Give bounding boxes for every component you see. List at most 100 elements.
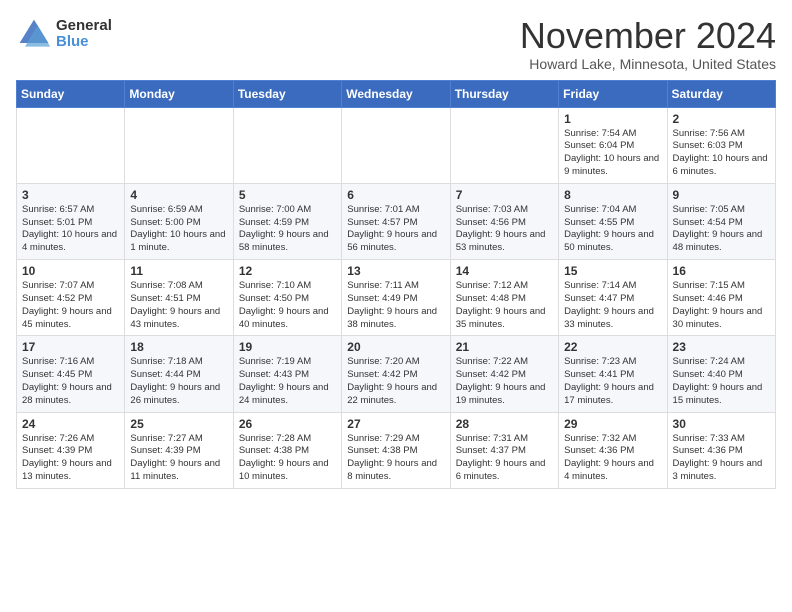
day-cell: 30 Sunrise: 7:33 AM Sunset: 4:36 PM Dayli…: [667, 412, 775, 488]
day-number: 16: [673, 264, 770, 278]
day-info: Sunrise: 7:32 AM Sunset: 4:36 PM Dayligh…: [564, 433, 661, 484]
day-number: 27: [347, 417, 444, 431]
day-info: Sunrise: 6:57 AM Sunset: 5:01 PM Dayligh…: [22, 204, 119, 255]
day-number: 1: [564, 112, 661, 126]
day-cell: 21Sunrise: 7:22 AM Sunset: 4:42 PM Dayli…: [450, 336, 558, 412]
day-cell: [125, 107, 233, 183]
day-info: Sunrise: 7:04 AM Sunset: 4:55 PM Dayligh…: [564, 204, 661, 255]
header-cell-thursday: Thursday: [450, 80, 558, 107]
day-cell: [342, 107, 450, 183]
day-info: Sunrise: 7:28 AM Sunset: 4:38 PM Dayligh…: [239, 433, 336, 484]
day-info: Sunrise: 7:07 AM Sunset: 4:52 PM Dayligh…: [22, 280, 119, 331]
header-cell-friday: Friday: [559, 80, 667, 107]
day-cell: 7Sunrise: 7:03 AM Sunset: 4:56 PM Daylig…: [450, 183, 558, 259]
day-number: 8: [564, 188, 661, 202]
day-info: Sunrise: 7:03 AM Sunset: 4:56 PM Dayligh…: [456, 204, 553, 255]
day-cell: 1 Sunrise: 7:54 AM Sunset: 6:04 PM Daylig…: [559, 107, 667, 183]
day-number: 15: [564, 264, 661, 278]
week-row-0: 1 Sunrise: 7:54 AM Sunset: 6:04 PM Daylig…: [17, 107, 776, 183]
day-info: Sunrise: 7:19 AM Sunset: 4:43 PM Dayligh…: [239, 356, 336, 407]
day-cell: 14Sunrise: 7:12 AM Sunset: 4:48 PM Dayli…: [450, 260, 558, 336]
day-number: 5: [239, 188, 336, 202]
header-cell-wednesday: Wednesday: [342, 80, 450, 107]
month-title: November 2024: [520, 16, 776, 56]
day-info: Sunrise: 7:11 AM Sunset: 4:49 PM Dayligh…: [347, 280, 444, 331]
day-info: Sunrise: 7:22 AM Sunset: 4:42 PM Dayligh…: [456, 356, 553, 407]
day-cell: 6Sunrise: 7:01 AM Sunset: 4:57 PM Daylig…: [342, 183, 450, 259]
day-cell: [17, 107, 125, 183]
day-cell: 24Sunrise: 7:26 AM Sunset: 4:39 PM Dayli…: [17, 412, 125, 488]
day-cell: 29 Sunrise: 7:32 AM Sunset: 4:36 PM Dayli…: [559, 412, 667, 488]
day-info: Sunrise: 7:54 AM Sunset: 6:04 PM Dayligh…: [564, 128, 661, 179]
day-cell: 3 Sunrise: 6:57 AM Sunset: 5:01 PM Daylig…: [17, 183, 125, 259]
day-cell: 27 Sunrise: 7:29 AM Sunset: 4:38 PM Dayli…: [342, 412, 450, 488]
day-number: 18: [130, 340, 227, 354]
day-number: 23: [673, 340, 770, 354]
day-number: 10: [22, 264, 119, 278]
header-cell-saturday: Saturday: [667, 80, 775, 107]
header-cell-sunday: Sunday: [17, 80, 125, 107]
day-info: Sunrise: 7:24 AM Sunset: 4:40 PM Dayligh…: [673, 356, 770, 407]
day-info: Sunrise: 7:12 AM Sunset: 4:48 PM Dayligh…: [456, 280, 553, 331]
day-number: 11: [130, 264, 227, 278]
day-info: Sunrise: 7:15 AM Sunset: 4:46 PM Dayligh…: [673, 280, 770, 331]
calendar-table: SundayMondayTuesdayWednesdayThursdayFrid…: [16, 80, 776, 489]
day-info: Sunrise: 7:10 AM Sunset: 4:50 PM Dayligh…: [239, 280, 336, 331]
day-cell: 11 Sunrise: 7:08 AM Sunset: 4:51 PM Dayli…: [125, 260, 233, 336]
day-cell: 20 Sunrise: 7:20 AM Sunset: 4:42 PM Dayli…: [342, 336, 450, 412]
page-header: General Blue November 2024 Howard Lake, …: [16, 16, 776, 72]
day-info: Sunrise: 7:08 AM Sunset: 4:51 PM Dayligh…: [130, 280, 227, 331]
day-info: Sunrise: 7:31 AM Sunset: 4:37 PM Dayligh…: [456, 433, 553, 484]
day-number: 29: [564, 417, 661, 431]
day-number: 26: [239, 417, 336, 431]
day-cell: 23 Sunrise: 7:24 AM Sunset: 4:40 PM Dayli…: [667, 336, 775, 412]
day-number: 17: [22, 340, 119, 354]
day-info: Sunrise: 7:14 AM Sunset: 4:47 PM Dayligh…: [564, 280, 661, 331]
day-cell: [450, 107, 558, 183]
day-number: 2: [673, 112, 770, 126]
week-row-3: 17 Sunrise: 7:16 AM Sunset: 4:45 PM Dayli…: [17, 336, 776, 412]
day-number: 19: [239, 340, 336, 354]
calendar-header: SundayMondayTuesdayWednesdayThursdayFrid…: [17, 80, 776, 107]
week-row-1: 3 Sunrise: 6:57 AM Sunset: 5:01 PM Daylig…: [17, 183, 776, 259]
logo-blue-text: Blue: [56, 34, 112, 51]
logo-icon: [16, 16, 52, 52]
day-cell: 9Sunrise: 7:05 AM Sunset: 4:54 PM Daylig…: [667, 183, 775, 259]
day-cell: 28 Sunrise: 7:31 AM Sunset: 4:37 PM Dayli…: [450, 412, 558, 488]
day-number: 24: [22, 417, 119, 431]
day-info: Sunrise: 6:59 AM Sunset: 5:00 PM Dayligh…: [130, 204, 227, 255]
day-number: 3: [22, 188, 119, 202]
logo: General Blue: [16, 16, 112, 52]
logo-text: General Blue: [56, 18, 112, 51]
day-number: 12: [239, 264, 336, 278]
day-cell: 4 Sunrise: 6:59 AM Sunset: 5:00 PM Daylig…: [125, 183, 233, 259]
day-info: Sunrise: 7:29 AM Sunset: 4:38 PM Dayligh…: [347, 433, 444, 484]
day-info: Sunrise: 7:00 AM Sunset: 4:59 PM Dayligh…: [239, 204, 336, 255]
week-row-4: 24Sunrise: 7:26 AM Sunset: 4:39 PM Dayli…: [17, 412, 776, 488]
day-cell: 5 Sunrise: 7:00 AM Sunset: 4:59 PM Daylig…: [233, 183, 341, 259]
day-cell: 10 Sunrise: 7:07 AM Sunset: 4:52 PM Dayli…: [17, 260, 125, 336]
day-number: 4: [130, 188, 227, 202]
day-info: Sunrise: 7:33 AM Sunset: 4:36 PM Dayligh…: [673, 433, 770, 484]
day-cell: 17 Sunrise: 7:16 AM Sunset: 4:45 PM Dayli…: [17, 336, 125, 412]
day-number: 22: [564, 340, 661, 354]
day-info: Sunrise: 7:16 AM Sunset: 4:45 PM Dayligh…: [22, 356, 119, 407]
day-number: 28: [456, 417, 553, 431]
day-cell: 13 Sunrise: 7:11 AM Sunset: 4:49 PM Dayli…: [342, 260, 450, 336]
day-info: Sunrise: 7:20 AM Sunset: 4:42 PM Dayligh…: [347, 356, 444, 407]
day-cell: 16 Sunrise: 7:15 AM Sunset: 4:46 PM Dayli…: [667, 260, 775, 336]
day-number: 30: [673, 417, 770, 431]
day-number: 25: [130, 417, 227, 431]
day-number: 20: [347, 340, 444, 354]
day-number: 13: [347, 264, 444, 278]
day-cell: 15 Sunrise: 7:14 AM Sunset: 4:47 PM Dayli…: [559, 260, 667, 336]
day-cell: 12 Sunrise: 7:10 AM Sunset: 4:50 PM Dayli…: [233, 260, 341, 336]
header-cell-tuesday: Tuesday: [233, 80, 341, 107]
day-cell: 25Sunrise: 7:27 AM Sunset: 4:39 PM Dayli…: [125, 412, 233, 488]
day-info: Sunrise: 7:18 AM Sunset: 4:44 PM Dayligh…: [130, 356, 227, 407]
day-info: Sunrise: 7:56 AM Sunset: 6:03 PM Dayligh…: [673, 128, 770, 179]
day-info: Sunrise: 7:01 AM Sunset: 4:57 PM Dayligh…: [347, 204, 444, 255]
day-cell: 26 Sunrise: 7:28 AM Sunset: 4:38 PM Dayli…: [233, 412, 341, 488]
calendar-body: 1 Sunrise: 7:54 AM Sunset: 6:04 PM Daylig…: [17, 107, 776, 488]
day-cell: 18 Sunrise: 7:18 AM Sunset: 4:44 PM Dayli…: [125, 336, 233, 412]
